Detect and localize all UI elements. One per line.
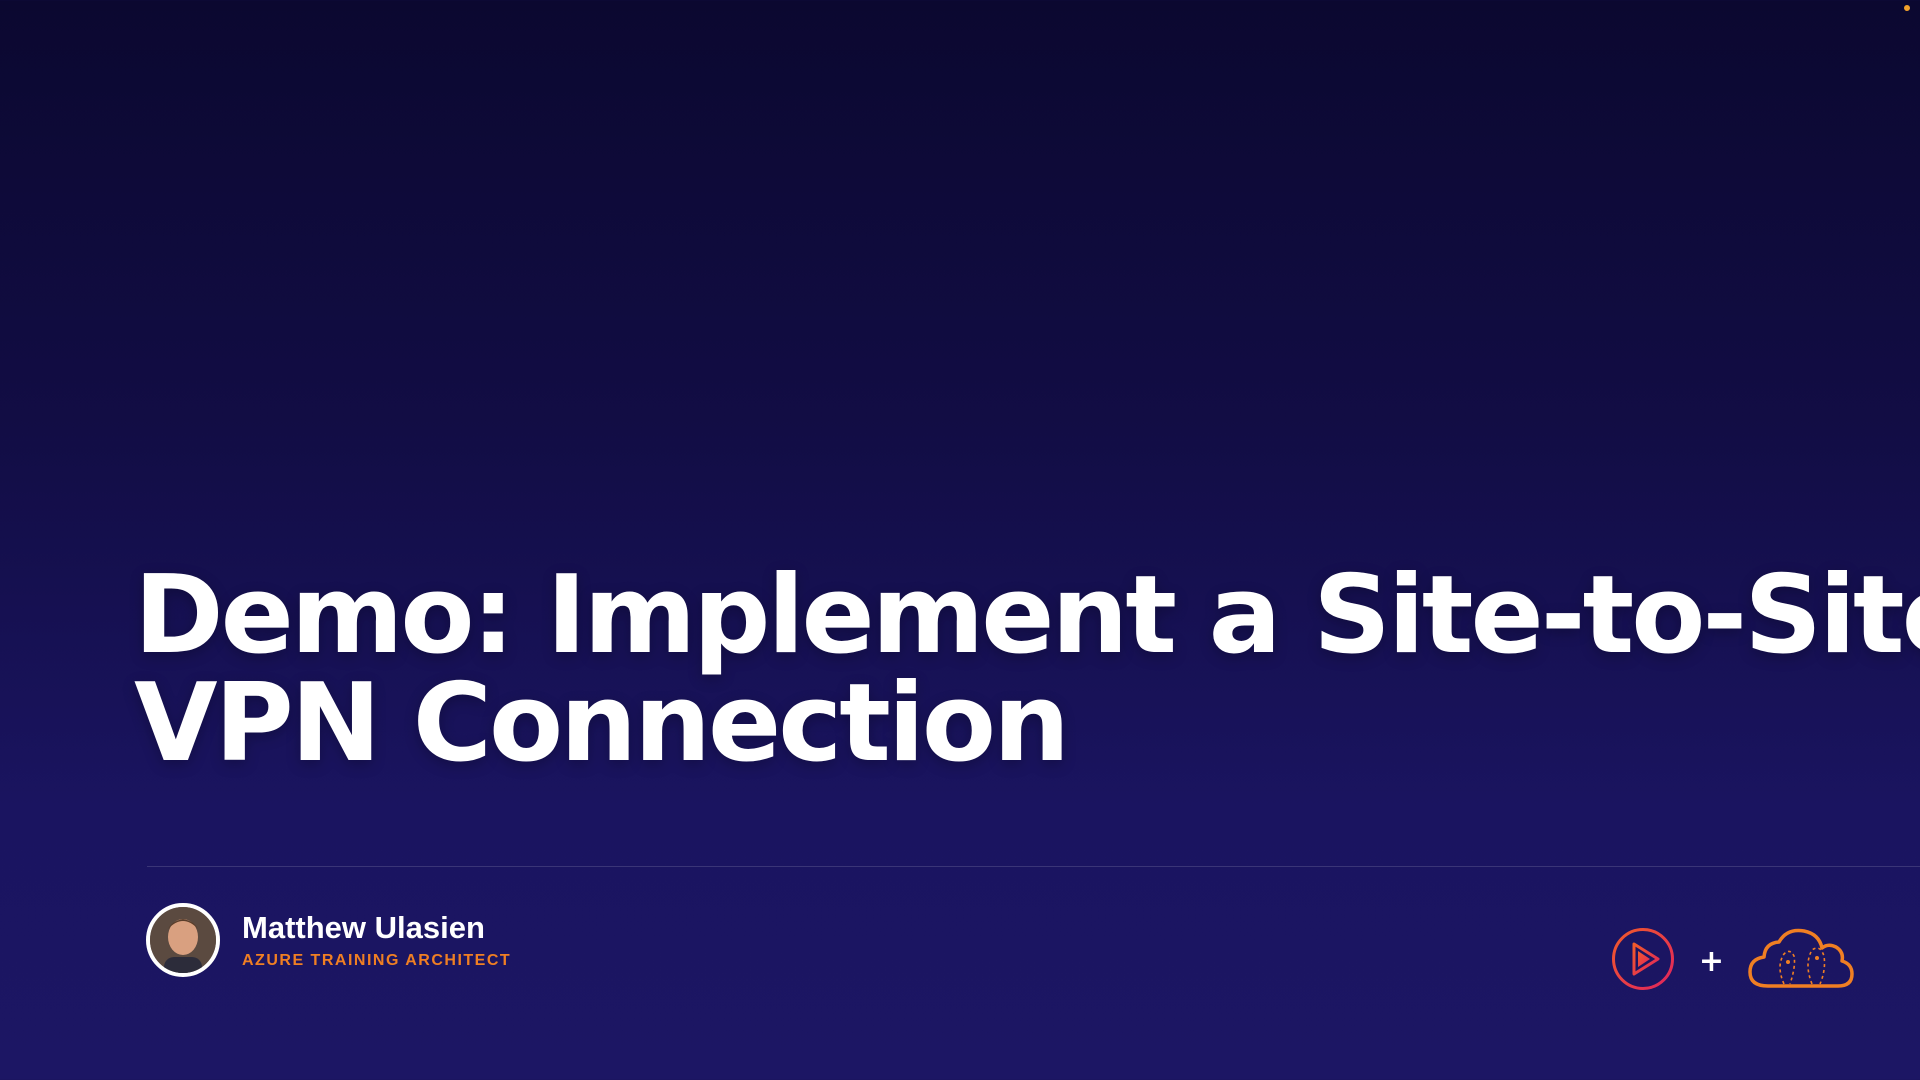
cloud-logo-icon <box>1746 926 1856 996</box>
slide-title-line-1: Demo: Implement a Site-to-Site <box>134 553 1920 678</box>
slide-title: Demo: Implement a Site-to-Site VPN Conne… <box>134 553 1920 786</box>
play-logo-icon <box>1611 927 1675 995</box>
slide-title-line-2: VPN Connection <box>134 661 1070 786</box>
status-indicator-dot <box>1904 5 1910 11</box>
avatar <box>146 903 220 977</box>
plus-sign: + <box>1698 943 1724 979</box>
presenter-name: Matthew Ulasien <box>242 910 485 945</box>
divider <box>147 866 1920 867</box>
presenter-card: Matthew Ulasien AZURE TRAINING ARCHITECT <box>146 903 511 977</box>
brand-logos: + <box>1611 926 1856 996</box>
presenter-role: AZURE TRAINING ARCHITECT <box>242 952 512 969</box>
